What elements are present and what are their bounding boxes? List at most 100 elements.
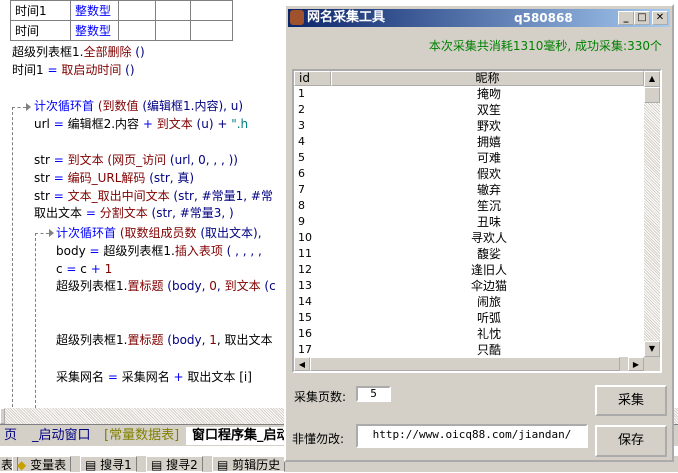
row-nickname: 馥娑 (476, 247, 501, 261)
tab-start-window[interactable]: _启动窗口 (26, 427, 97, 445)
code-line[interactable]: 时间1 = 取启动时间 () (12, 62, 135, 78)
row-id: 16 (298, 327, 312, 340)
minimize-button[interactable]: _ (618, 11, 634, 25)
nickname-list[interactable]: id 昵称 1 掩吻 2 双笙 3 野欢 4 拥嬉 5 可难 6 假欢 7 辙弃 8 笙沉 9 丑味 10 寻欢人 11… (292, 69, 662, 373)
scroll-right-icon[interactable]: ▶ (628, 357, 644, 371)
save-button[interactable]: 保存 (595, 425, 667, 457)
scroll-left-icon[interactable]: ◀ (294, 357, 310, 371)
code-line[interactable]: url = 编辑框2.内容 + 到文本 (u) + ".h (34, 116, 248, 132)
row-nickname: 只酷 (476, 343, 501, 357)
list-item[interactable]: 9 丑味 (294, 214, 644, 230)
scroll-down-icon[interactable]: ▼ (644, 341, 660, 357)
horizontal-scrollbar[interactable]: ◀ ▶ (294, 357, 660, 371)
list-item[interactable]: 8 笙沉 (294, 198, 644, 214)
url-input[interactable]: http://www.oicq88.com/jiandan/ (356, 424, 588, 448)
row-nickname: 辙弃 (476, 183, 501, 197)
toolbar-search2[interactable]: ▤ 搜寻2 (146, 456, 203, 472)
row-nickname: 丑味 (476, 215, 501, 229)
row-id: 6 (298, 167, 305, 180)
list-item[interactable]: 16 礼忱 (294, 326, 644, 342)
row-id: 1 (298, 87, 305, 100)
column-header-id[interactable]: id (294, 71, 331, 86)
code-line[interactable]: str = 文本_取出中间文本 (str, #常量1, #常 (34, 188, 273, 204)
code-line[interactable]: body = 超级列表框1.插入表项 ( , , , , (56, 243, 262, 259)
loop-arrow-icon[interactable] (26, 103, 31, 111)
list-item[interactable]: 4 拥嬉 (294, 134, 644, 150)
maximize-button[interactable]: □ (634, 11, 650, 25)
close-button[interactable]: ✕ (652, 11, 668, 25)
toolbar-search1[interactable]: ▤ 搜寻1 (80, 456, 137, 472)
code-line[interactable]: str = 到文本 (网页_访问 (url, 0, , , )) (34, 152, 238, 168)
code-line[interactable]: 计次循环首 (取数组成员数 (取出文本), (56, 225, 265, 241)
tab-window-program[interactable]: 窗口程序集_启动 (186, 427, 296, 445)
table-row: 时间 整数型 (10, 20, 233, 41)
variable-table: 时间1 整数型 时间 整数型 (10, 0, 233, 41)
row-id: 10 (298, 231, 312, 244)
list-item[interactable]: 7 辙弃 (294, 182, 644, 198)
loop-guide (12, 107, 26, 108)
list-rows: 1 掩吻 2 双笙 3 野欢 4 拥嬉 5 可难 6 假欢 7 辙弃 8 笙沉 9 丑味 10 寻欢人 11 馥娑 12 逢旧… (294, 86, 644, 357)
app-icon (290, 10, 304, 25)
list-item[interactable]: 6 假欢 (294, 166, 644, 182)
code-line[interactable]: str = 编码_URL解码 (str, 真) (34, 170, 194, 186)
var-name: 时间 (10, 20, 71, 41)
code-line[interactable]: 采集网名 = 采集网名 + 取出文本 [i] (56, 369, 252, 385)
scroll-thumb[interactable] (310, 357, 620, 371)
scroll-thumb[interactable] (644, 87, 660, 103)
row-id: 8 (298, 199, 305, 212)
loop-arrow-icon[interactable] (49, 229, 54, 237)
tab-page[interactable]: 页 (0, 427, 23, 445)
search-icon: ▤ (85, 458, 97, 472)
list-item[interactable]: 13 伞边猫 (294, 278, 644, 294)
list-item[interactable]: 1 掩吻 (294, 86, 644, 102)
row-nickname: 礼忱 (476, 327, 501, 341)
row-nickname: 掩吻 (476, 87, 501, 101)
column-header-nickname[interactable]: 昵称 (331, 71, 644, 86)
list-item[interactable]: 5 可难 (294, 150, 644, 166)
tab-constants[interactable]: [常量数据表] (98, 427, 185, 445)
loop-guide (12, 107, 13, 407)
collect-button[interactable]: 采集 (595, 385, 667, 416)
code-line[interactable]: c = c + 1 (56, 261, 112, 277)
scroll-up-icon[interactable]: ▲ (644, 71, 660, 87)
row-nickname: 逢旧人 (470, 263, 507, 277)
row-id: 15 (298, 311, 312, 324)
var-name: 时间1 (10, 0, 71, 21)
code-line[interactable]: 超级列表框1.置标题 (body, 1, 取出文本 (56, 332, 273, 348)
var-type[interactable]: 整数型 (70, 20, 119, 41)
code-line[interactable]: 超级列表框1.全部删除 () (12, 44, 145, 60)
table-row: 时间1 整数型 (10, 0, 233, 21)
loop-guide (35, 233, 49, 234)
vertical-scrollbar[interactable] (644, 71, 660, 357)
list-item[interactable]: 10 寻欢人 (294, 230, 644, 246)
code-line[interactable]: 计次循环首 (到数值 (编辑框1.内容), u) (34, 98, 243, 114)
toolbar-variables[interactable]: ◆ 变量表 (12, 456, 72, 472)
url-label: 非懂勿改: (292, 432, 345, 446)
clipboard-icon: ▤ (217, 458, 229, 472)
list-item[interactable]: 14 闹旅 (294, 294, 644, 310)
row-nickname: 闹旅 (476, 295, 501, 309)
row-id: 14 (298, 295, 312, 308)
list-item[interactable]: 3 野欢 (294, 118, 644, 134)
row-id: 7 (298, 183, 305, 196)
scroll-thumb[interactable] (0, 408, 5, 424)
row-nickname: 伞边猫 (470, 279, 507, 293)
row-nickname: 野欢 (476, 119, 501, 133)
title-bar[interactable]: 网名采集工具 q580868 _ □ ✕ (288, 9, 670, 27)
list-item[interactable]: 12 逢旧人 (294, 262, 644, 278)
pages-input[interactable]: 5 (356, 386, 391, 402)
list-item[interactable]: 2 双笙 (294, 102, 644, 118)
list-item[interactable]: 11 馥娑 (294, 246, 644, 262)
list-item[interactable]: 17 只酷 (294, 342, 644, 357)
row-nickname: 假欢 (476, 167, 501, 181)
row-nickname: 双笙 (476, 103, 501, 117)
code-line[interactable]: 超级列表框1.置标题 (body, 0, 到文本 (c (56, 278, 276, 294)
variables-icon: ◆ (17, 458, 27, 472)
toolbar-clip-history[interactable]: ▤ 剪辑历史 (212, 456, 286, 472)
row-nickname: 笙沉 (476, 199, 501, 213)
var-type[interactable]: 整数型 (70, 0, 119, 21)
code-line[interactable]: 取出文本 = 分割文本 (str, #常量3, ) (34, 205, 234, 221)
list-item[interactable]: 15 听弧 (294, 310, 644, 326)
user-id: q580868 (514, 11, 573, 25)
row-id: 3 (298, 119, 305, 132)
